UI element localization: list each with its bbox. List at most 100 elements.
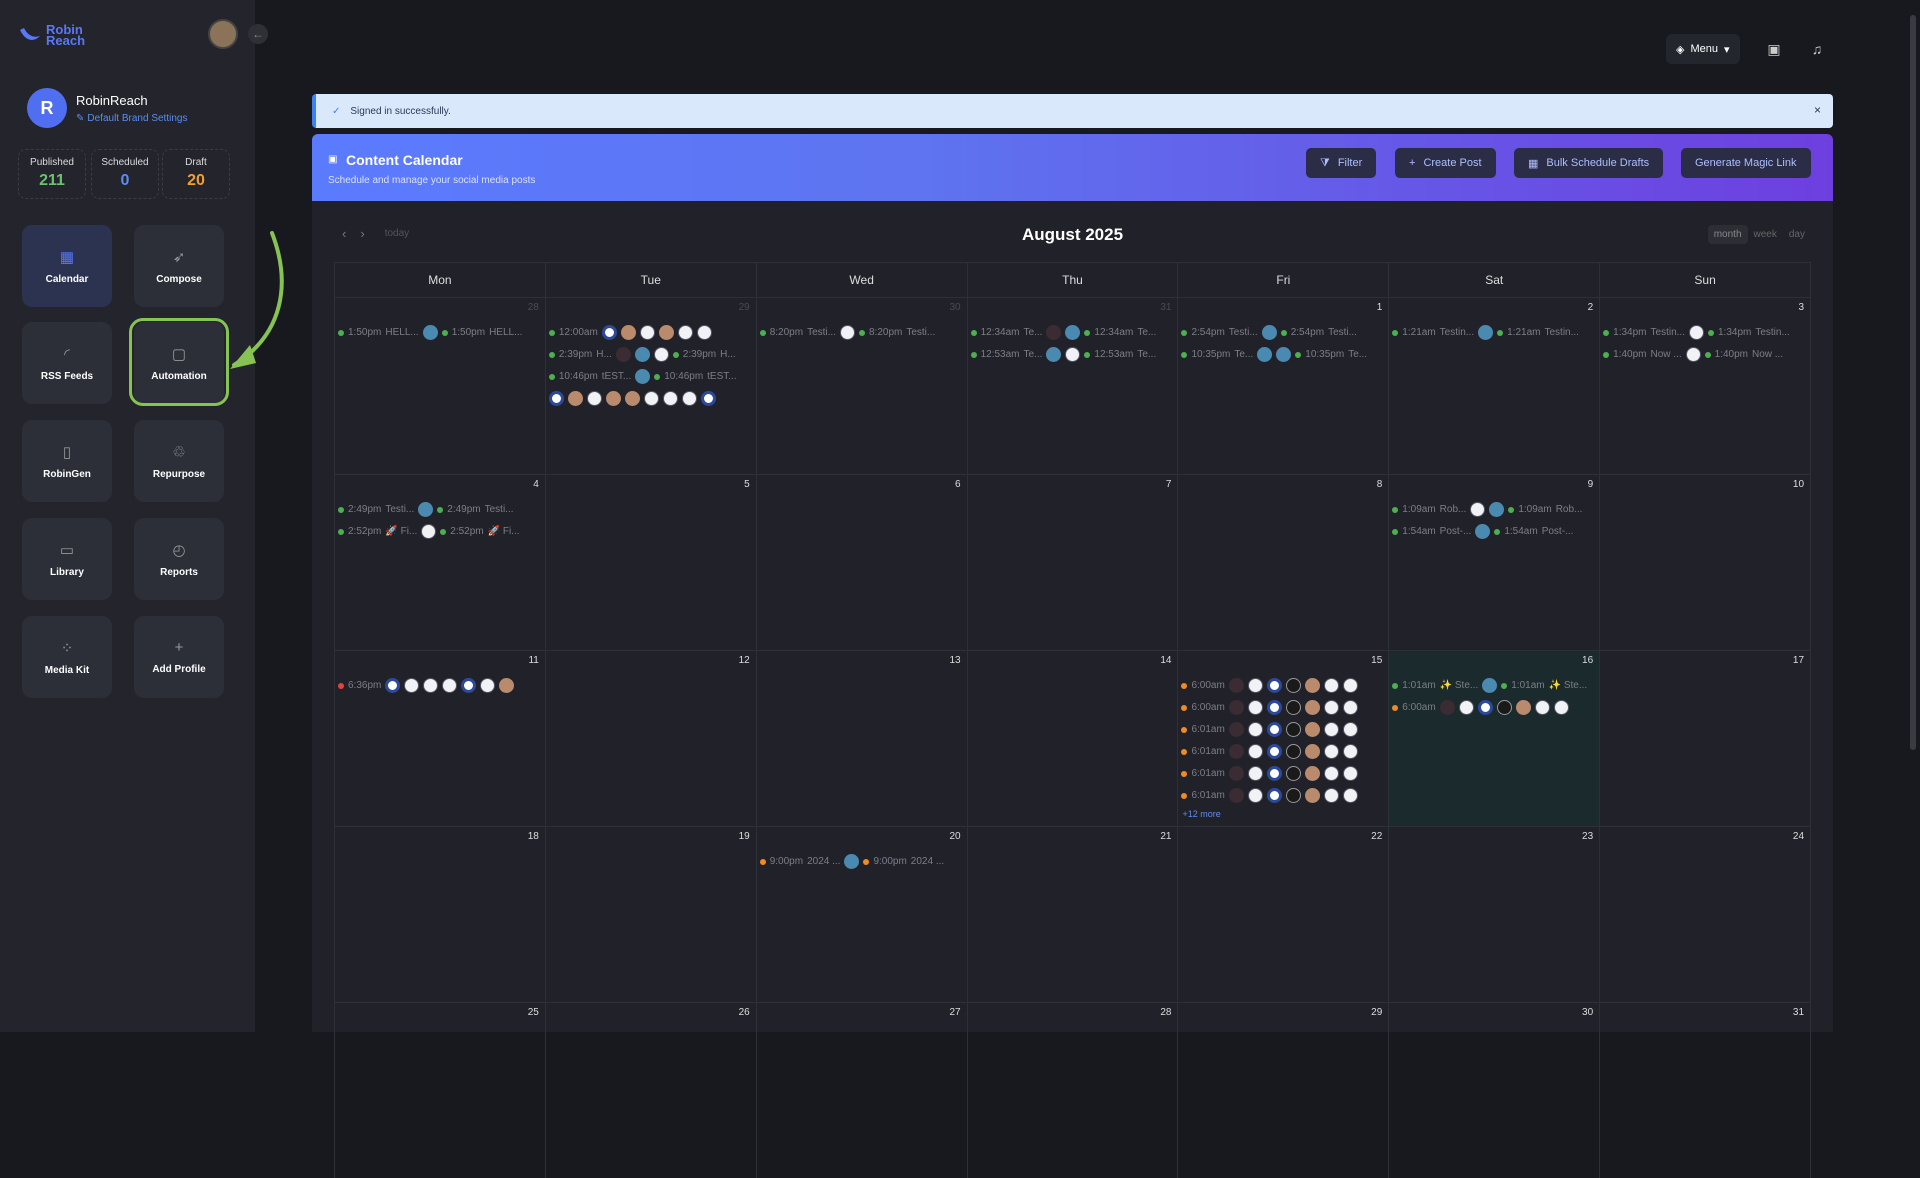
calendar-event[interactable]: 6:01am [1181,720,1387,739]
calendar-event[interactable]: 12:00am [548,323,755,342]
calendar-event[interactable]: 6:00am [1181,676,1387,695]
calendar-event[interactable]: 1:21am Testin... 1:21am Testin... [1392,323,1598,342]
status-dot [548,351,555,358]
more-events-link[interactable]: +12 more [1182,809,1388,819]
calendar-event[interactable]: 10:35pm Te... 10:35pm Te... [1181,345,1387,364]
calendar-event[interactable]: 1:09am Rob... 1:09am Rob... [1392,500,1598,519]
user-avatar[interactable] [208,19,238,49]
moon-avatar-icon [1266,788,1282,803]
calendar-event[interactable]: 1:50pm HELL... 1:50pm HELL... [338,323,544,342]
calendar-event[interactable]: 2:52pm 🚀 Fi... 2:52pm 🚀 Fi... [338,522,544,541]
calendar-day[interactable]: 28 [968,1003,1179,1178]
status-dot [437,506,444,513]
calendar-day[interactable]: 31 [1600,1003,1810,1178]
calendar-day[interactable]: 7 [968,475,1179,650]
view-week-button[interactable]: week [1748,225,1783,244]
calendar-day[interactable]: 19 [546,827,757,1002]
calendar-day[interactable]: 18 [335,827,546,1002]
calendar-event-avatars[interactable] [548,389,755,408]
calendar-event[interactable]: 6:01am [1181,786,1387,805]
alert-close-button[interactable]: × [1814,103,1821,117]
nav-label: Compose [156,273,202,285]
calendar-day[interactable]: 4 2:49pm Testi... 2:49pm Testi... 2:52pm 🚀 F… [335,475,546,650]
nav-reports[interactable]: ◴ Reports [134,518,224,600]
calendar-day[interactable]: 2 1:21am Testin... 1:21am Testin... [1389,298,1601,474]
calendar-day[interactable]: 25 [335,1003,546,1178]
notifications-button[interactable]: ♫ [1805,37,1829,61]
calendar-day[interactable]: 13 [757,651,968,826]
calendar-event[interactable]: 1:54am Post-... 1:54am Post-... [1392,522,1598,541]
calendar-day[interactable]: 9 1:09am Rob... 1:09am Rob... 1:54am Post-..… [1389,475,1601,650]
calendar-event[interactable]: 6:00am [1392,698,1598,717]
label-avatar-icon [662,391,678,406]
calendar-day[interactable]: 20 9:00pm 2024 ... 9:00pm 2024 ... [757,827,968,1002]
nav-media-kit[interactable]: ⁘ Media Kit [22,616,112,698]
calendar-event[interactable]: 2:49pm Testi... 2:49pm Testi... [338,500,544,519]
bird-logo-icon [20,28,40,40]
brand-logo[interactable]: Robin Reach [18,23,92,47]
calendar-day[interactable]: 28 1:50pm HELL... 1:50pm HELL... [335,298,546,474]
calendar-day-today[interactable]: 16 1:01am ✨ Ste... 1:01am ✨ Ste... 6:00am [1389,651,1601,826]
calendar-day[interactable]: 26 [546,1003,757,1178]
create-post-button[interactable]: + Create Post [1395,148,1496,178]
calendar-day[interactable]: 5 [546,475,757,650]
calendar-day[interactable]: 22 [1178,827,1390,1002]
nav-library[interactable]: ▭ Library [22,518,112,600]
calendar-day[interactable]: 10 [1600,475,1810,650]
calendar-event[interactable]: 10:46pm tEST... 10:46pm tEST... [548,367,755,386]
status-dot [1295,351,1302,358]
calendar-event[interactable]: 1:40pm Now ... 1:40pm Now ... [1603,345,1809,364]
chat-button[interactable]: ▣ [1762,37,1786,61]
calendar-day[interactable]: 3 1:34pm Testin... 1:34pm Testin... 1:40pm N… [1600,298,1810,474]
nav-add-profile[interactable]: + Add Profile [134,616,224,698]
calendar-event[interactable]: 6:01am [1181,764,1387,783]
calendar-day[interactable]: 27 [757,1003,968,1178]
calendar-day[interactable]: 29 [1178,1003,1390,1178]
calendar-event[interactable]: 2:54pm Testi... 2:54pm Testi... [1181,323,1387,342]
generate-magic-link-button[interactable]: Generate Magic Link [1681,148,1811,178]
calendar-event[interactable]: 8:20pm Testi... 8:20pm Testi... [759,323,966,342]
calendar-event[interactable]: 9:00pm 2024 ... 9:00pm 2024 ... [759,852,966,871]
stat-published: Published 211 [18,149,86,199]
menu-button[interactable]: ◈ Menu ▾ [1666,34,1740,64]
calendar-day[interactable]: 14 [968,651,1179,826]
calendar-event[interactable]: 6:01am [1181,742,1387,761]
default-brand-settings-link[interactable]: ✎ Default Brand Settings [76,113,187,124]
calendar-day[interactable]: 23 [1389,827,1601,1002]
nav-repurpose[interactable]: ♲ Repurpose [134,420,224,502]
calendar-day[interactable]: 8 [1178,475,1390,650]
calendar-event[interactable]: 6:36pm [338,676,544,695]
plus-icon: + [1409,157,1416,169]
nav-calendar[interactable]: ▦ Calendar [22,225,112,307]
view-month-button[interactable]: month [1707,225,1748,244]
bird-avatar-icon [1439,700,1455,715]
calendar-event[interactable]: 6:00am [1181,698,1387,717]
collapse-sidebar-button[interactable]: ← [248,24,268,44]
calendar-day[interactable]: 15 6:00am 6:00am 6:01am 6:01am 6:01am 6:… [1178,651,1390,826]
label-avatar-icon [1342,788,1358,803]
calendar-event[interactable]: 12:34am Te... 12:34am Te... [970,323,1177,342]
calendar-day[interactable]: 12 [546,651,757,826]
nav-compose[interactable]: ➶ Compose [134,225,224,307]
nav-rss-feeds[interactable]: ◜ RSS Feeds [22,322,112,404]
calendar-event[interactable]: 12:53am Te... 12:53am Te... [970,345,1177,364]
calendar-day[interactable]: 17 [1600,651,1810,826]
view-day-button[interactable]: day [1783,225,1811,244]
page-scrollbar[interactable] [1910,15,1916,750]
calendar-day[interactable]: 29 12:00am 2:39pm H... 2:39pm H... 10:46pm t… [546,298,757,474]
calendar-day[interactable]: 30 8:20pm Testi... 8:20pm Testi... [757,298,968,474]
calendar-event[interactable]: 1:01am ✨ Ste... 1:01am ✨ Ste... [1392,676,1598,695]
bulk-schedule-drafts-button[interactable]: ▦ Bulk Schedule Drafts [1514,148,1664,178]
calendar-event[interactable]: 2:39pm H... 2:39pm H... [548,345,755,364]
calendar-day[interactable]: 30 [1389,1003,1601,1178]
calendar-day[interactable]: 11 6:36pm [335,651,546,826]
nav-robingen[interactable]: ▯ RobinGen [22,420,112,502]
event-text: Te... [1234,349,1254,360]
calendar-day[interactable]: 24 [1600,827,1810,1002]
filter-button[interactable]: ⧩ Filter [1306,148,1377,178]
calendar-day[interactable]: 1 2:54pm Testi... 2:54pm Testi... 10:35pm Te… [1178,298,1390,474]
calendar-day[interactable]: 31 12:34am Te... 12:34am Te... 12:53am Te...… [968,298,1179,474]
calendar-day[interactable]: 21 [968,827,1179,1002]
calendar-event[interactable]: 1:34pm Testin... 1:34pm Testin... [1603,323,1809,342]
calendar-day[interactable]: 6 [757,475,968,650]
